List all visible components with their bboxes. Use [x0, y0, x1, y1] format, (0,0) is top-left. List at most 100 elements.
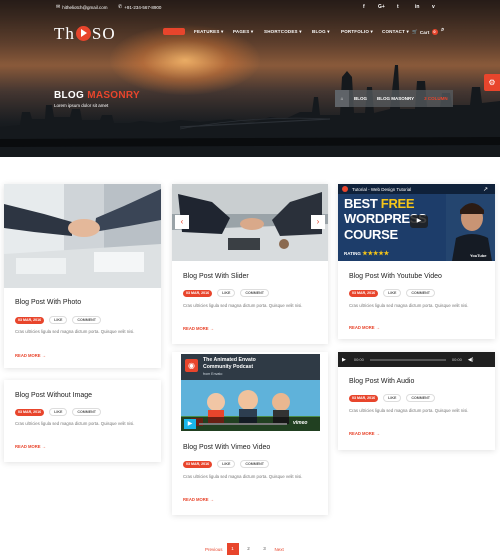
- rating-label: RATING: [344, 251, 361, 256]
- page-header: ✉ hitheliotch@gmail.com ✆ +91-234-567-89…: [0, 0, 500, 157]
- youtube-video-player[interactable]: Tutorial - Web Design Tutorial ↗ BEST FR…: [338, 184, 495, 261]
- post-meta: 03 MAR, 2016 LIKE COMMENT: [349, 289, 435, 297]
- pagination-next[interactable]: Next: [275, 547, 284, 552]
- post-title[interactable]: Blog Post With Audio: [349, 378, 414, 385]
- envato-logo-icon: ◉: [185, 359, 198, 372]
- like-button[interactable]: LIKE: [217, 460, 236, 468]
- video-progress-bar[interactable]: [199, 423, 287, 425]
- post-card-audio: ▶ 00:00 00:00 ◀) Blog Post With Audio 03…: [338, 352, 495, 450]
- youtube-video-title: Tutorial - Web Design Tutorial: [352, 186, 412, 192]
- vimeo-icon[interactable]: v: [432, 4, 435, 10]
- logo-play-icon: [75, 26, 91, 41]
- read-more-link[interactable]: READ MORE →: [15, 444, 46, 449]
- top-bar-email[interactable]: ✉ hitheliotch@gmail.com: [56, 4, 108, 10]
- post-meta: 03 MAR, 2016 LIKE COMMENT: [183, 460, 269, 468]
- comment-button[interactable]: COMMENT: [72, 316, 101, 324]
- search-icon[interactable]: ⌕: [441, 27, 445, 34]
- cart-icon: 🛒: [412, 29, 418, 34]
- handshake-photo[interactable]: [4, 184, 161, 288]
- nav-portfolio[interactable]: PORTFOLIO ▾: [341, 29, 373, 35]
- breadcrumb: ⌂ BLOG BLOG MASONRY 3 COLUMN: [335, 90, 453, 107]
- site-logo[interactable]: Th SO: [54, 24, 116, 44]
- post-meta: 03 MAR, 2016 LIKE COMMENT: [15, 408, 101, 416]
- like-button[interactable]: LIKE: [49, 316, 68, 324]
- thumb-best: BEST: [344, 196, 378, 211]
- read-more-link[interactable]: READ MORE →: [183, 326, 214, 331]
- youtube-logo[interactable]: YouTube: [470, 253, 487, 258]
- phone-text: +91-234-567-8900: [124, 4, 162, 10]
- phone-icon: ✆: [118, 4, 123, 10]
- google-plus-icon[interactable]: G+: [378, 4, 385, 10]
- home-icon[interactable]: ⌂: [335, 90, 349, 107]
- breadcrumb-item-blog[interactable]: BLOG: [349, 90, 372, 107]
- nav-shortcodes[interactable]: SHORTCODES ▾: [264, 29, 302, 35]
- read-more-link[interactable]: READ MORE →: [15, 353, 46, 358]
- pagination-page-1[interactable]: 1: [226, 543, 239, 555]
- post-meta: 03 MAR, 2016 LIKE COMMENT: [183, 289, 269, 297]
- comment-button[interactable]: COMMENT: [240, 460, 269, 468]
- pagination-page-3[interactable]: 3: [259, 543, 271, 555]
- page-title-accent: MASONRY: [87, 90, 141, 101]
- twitter-icon[interactable]: t: [397, 4, 399, 10]
- nav-contact[interactable]: CONTACT ▾: [382, 29, 409, 35]
- read-more-link[interactable]: READ MORE →: [183, 497, 214, 502]
- volume-icon[interactable]: ◀): [468, 357, 474, 363]
- nav-blog[interactable]: BLOG ▾: [312, 29, 330, 35]
- read-more-link[interactable]: READ MORE →: [349, 325, 380, 330]
- comment-button[interactable]: COMMENT: [240, 289, 269, 297]
- audio-duration: 00:00: [451, 357, 462, 362]
- like-button[interactable]: LIKE: [49, 408, 68, 416]
- comment-button[interactable]: COMMENT: [406, 289, 435, 297]
- post-title[interactable]: Blog Post With Photo: [15, 299, 81, 306]
- settings-gear-icon[interactable]: ⚙: [484, 74, 500, 91]
- thumb-free: FREE: [380, 196, 415, 211]
- pagination: Previous 1 2 3 Next: [205, 543, 284, 555]
- presenter-portrait: [446, 194, 495, 261]
- post-title[interactable]: Blog Post Without Image: [15, 392, 92, 399]
- post-title[interactable]: Blog Post With Slider: [183, 273, 249, 280]
- youtube-thumb-line3: COURSE: [344, 227, 398, 242]
- page-title: BLOG MASONRY: [54, 90, 140, 101]
- like-button[interactable]: LIKE: [383, 394, 402, 402]
- play-icon[interactable]: ▶: [184, 419, 196, 429]
- pagination-page-2[interactable]: 2: [243, 543, 255, 555]
- post-card-photo: Blog Post With Photo 03 MAR, 2016 LIKE C…: [4, 184, 161, 368]
- post-excerpt: Cras ultricies ligula sed magna dictum p…: [183, 474, 303, 479]
- play-icon[interactable]: ▶: [342, 357, 346, 363]
- facebook-icon[interactable]: f: [363, 4, 365, 10]
- like-button[interactable]: LIKE: [383, 289, 402, 297]
- share-icon[interactable]: ↗: [483, 186, 488, 193]
- youtube-play-icon[interactable]: ▶: [410, 215, 428, 228]
- audio-progress-bar[interactable]: [369, 358, 446, 361]
- post-title[interactable]: Blog Post With Youtube Video: [349, 273, 442, 280]
- nav-pages[interactable]: PAGES ▾: [233, 29, 253, 35]
- office-meeting-photo[interactable]: [172, 184, 328, 261]
- slider-prev-arrow[interactable]: ‹: [175, 215, 189, 229]
- read-more-link[interactable]: READ MORE →: [349, 431, 380, 436]
- vimeo-logo[interactable]: vimeo: [293, 420, 307, 426]
- breadcrumb-current: 3 COLUMN: [424, 96, 448, 101]
- vimeo-video-player[interactable]: ◉ The Animated Envato Community Podcast …: [181, 354, 320, 431]
- nav-home[interactable]: HOME: [163, 28, 186, 35]
- breadcrumb-item-blog-masonry[interactable]: BLOG MASONRY: [372, 90, 419, 107]
- post-title[interactable]: Blog Post With Vimeo Video: [183, 444, 270, 451]
- post-excerpt: Cras ultricies ligula sed magna dictum p…: [15, 329, 135, 334]
- post-excerpt: Cras ultricies ligula sed magna dictum p…: [349, 408, 469, 413]
- page-subtitle: Lorem ipsum dolor sit amet: [54, 103, 109, 108]
- nav-features[interactable]: FEATURES ▾: [194, 29, 223, 35]
- post-date-badge: 03 MAR, 2016: [349, 394, 379, 402]
- rating-stars: ★★★★★: [362, 251, 390, 257]
- like-button[interactable]: LIKE: [217, 289, 236, 297]
- vimeo-title-line1: The Animated Envato: [203, 357, 256, 363]
- post-card-without-image: Blog Post Without Image 03 MAR, 2016 LIK…: [4, 380, 161, 462]
- linkedin-icon[interactable]: in: [415, 4, 419, 10]
- comment-button[interactable]: COMMENT: [406, 394, 435, 402]
- logo-text-left: Th: [54, 24, 75, 43]
- vimeo-byline: from Envato: [203, 372, 223, 376]
- top-bar-phone: ✆ +91-234-567-8900: [118, 4, 161, 10]
- comment-button[interactable]: COMMENT: [72, 408, 101, 416]
- nav-cart[interactable]: 🛒 Cart 0: [412, 29, 438, 35]
- slider-next-arrow[interactable]: ›: [311, 215, 325, 229]
- pagination-previous[interactable]: Previous: [205, 547, 223, 552]
- post-excerpt: Cras ultricies ligula sed magna dictum p…: [15, 421, 135, 426]
